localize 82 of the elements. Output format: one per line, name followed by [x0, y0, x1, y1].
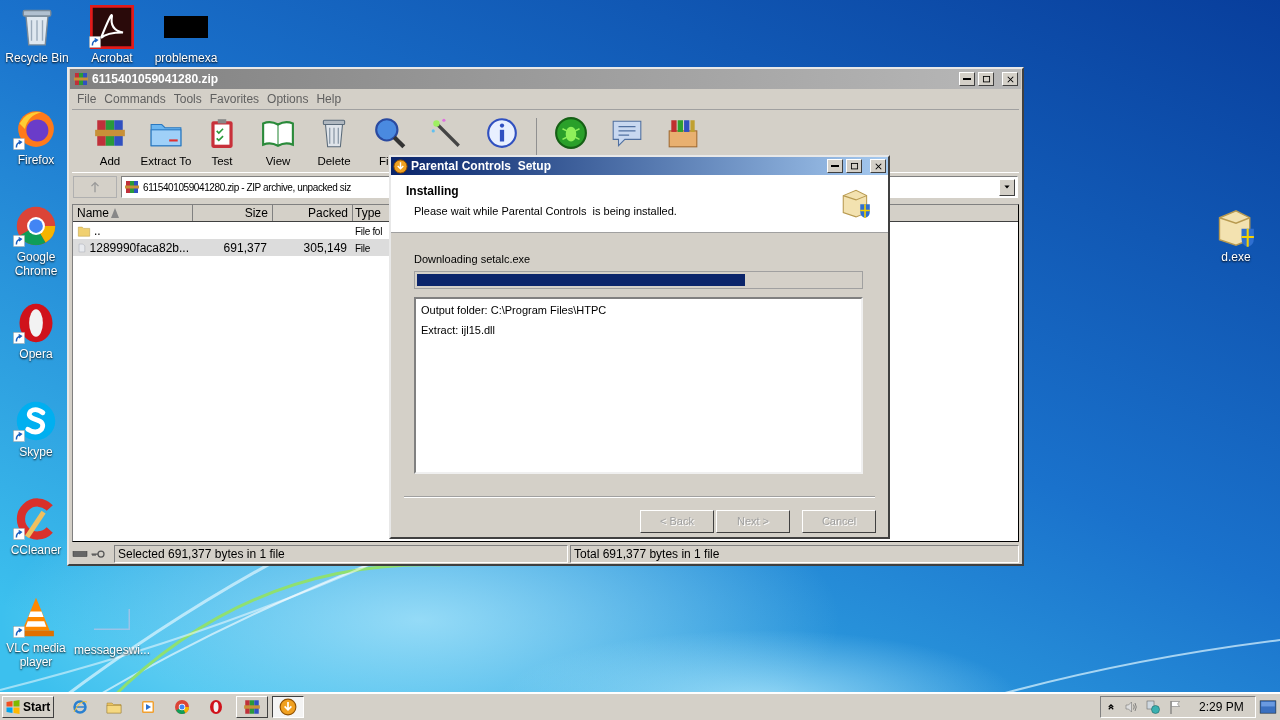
folder-icon — [106, 699, 122, 715]
taskbar-button[interactable] — [272, 696, 304, 718]
flag-icon — [1167, 699, 1183, 715]
chat-logo-icon — [14, 399, 58, 443]
quick-launch-button[interactable] — [174, 699, 190, 715]
dropdown-button[interactable] — [999, 178, 1015, 196]
sort-arrow-icon — [111, 208, 119, 218]
maximize-icon — [848, 160, 860, 172]
step-description: Please wait while Parental Controls is being installed. — [414, 204, 677, 219]
table-cell-text: .. — [94, 222, 101, 240]
table-cell-text: 691,377 — [223, 239, 267, 257]
magic-wand-icon — [429, 116, 463, 150]
status-text: Total 691,377 bytes in 1 file — [570, 545, 1019, 563]
browser-logo-icon — [174, 699, 190, 715]
toolbar-button-label[interactable]: Delete — [317, 153, 351, 171]
log-line: Extract: ijl15.dll — [421, 323, 496, 338]
up-arrow-icon — [88, 180, 102, 194]
archive-books-icon — [243, 698, 261, 716]
toolbar-button-label[interactable]: Add — [99, 153, 121, 171]
file-row[interactable]: 1289990faca82b... 691,377 305,149 File — [73, 239, 389, 256]
quick-launch-button[interactable] — [208, 699, 224, 715]
desktop-icon-label[interactable]: Google Chrome — [4, 250, 68, 278]
file-icon — [77, 240, 87, 255]
desktop-icon-label[interactable]: Skype — [19, 445, 53, 459]
minimize-icon — [963, 78, 971, 80]
browser-logo-icon — [208, 699, 224, 715]
status-text: Selected 691,377 bytes in 1 file — [114, 545, 568, 563]
menu-item[interactable]: Options — [263, 90, 313, 108]
window-title: 6115401059041280.zip — [92, 71, 220, 88]
archive-books-icon — [73, 71, 89, 87]
show-desktop-button[interactable] — [1258, 697, 1278, 717]
close-button[interactable] — [1002, 72, 1018, 86]
toolbar-button-label[interactable]: Fi — [362, 153, 389, 171]
magnifier-icon — [373, 116, 407, 150]
step-heading: Installing — [406, 183, 460, 200]
menu-item[interactable]: Favorites — [205, 90, 264, 108]
archive-books-icon — [124, 179, 140, 195]
maximize-icon — [980, 73, 992, 85]
quick-launch-button[interactable] — [140, 699, 156, 715]
start-button[interactable]: Start — [2, 696, 54, 718]
play-icon — [140, 699, 156, 715]
menu-item[interactable]: Help — [312, 90, 346, 108]
desktop-icon-label[interactable]: Recycle Bin — [5, 51, 69, 65]
column-header[interactable]: Packed — [273, 205, 353, 221]
desktop-icon-label[interactable]: Acrobat — [91, 51, 133, 65]
desktop-icon-label[interactable]: d.exe — [1221, 250, 1251, 264]
installer-icon — [279, 698, 297, 716]
progress-label: Downloading setalc.exe — [414, 252, 532, 267]
column-header[interactable]: Size — [193, 205, 273, 221]
speaker-icon — [1123, 699, 1139, 715]
window-title: Parental Controls Setup — [411, 158, 553, 175]
desktop-icon — [1259, 698, 1277, 716]
column-header[interactable]: Name — [73, 205, 193, 221]
windows-logo-icon — [5, 699, 21, 715]
menu-item[interactable]: File — [73, 90, 101, 108]
close-button[interactable] — [870, 159, 886, 173]
menu-item[interactable]: Tools — [169, 90, 206, 108]
minimize-icon — [831, 165, 839, 167]
browser-icon — [72, 699, 88, 715]
table-cell: File — [355, 242, 370, 254]
menu-item[interactable]: Commands — [100, 90, 170, 108]
folder-icon — [77, 223, 91, 238]
bug-icon — [554, 116, 588, 150]
desktop-icon-label[interactable]: Opera — [19, 347, 53, 361]
app-logo-icon — [90, 5, 134, 49]
network-icon — [1145, 699, 1161, 715]
table-cell-text: 305,149 — [303, 239, 347, 257]
minimize-button[interactable] — [827, 159, 843, 173]
log-line: Output folder: C:\Program Files\HTPC — [421, 302, 608, 318]
toolbar-button-label[interactable]: Extract To — [140, 153, 192, 171]
minimize-button[interactable] — [959, 72, 975, 86]
quick-launch-button[interactable] — [72, 699, 88, 715]
toolbar-button-label[interactable]: Test — [211, 153, 233, 171]
desktop-icon-label[interactable]: Firefox — [17, 153, 55, 167]
maximize-button[interactable] — [978, 72, 994, 86]
browser-logo-icon — [14, 204, 58, 248]
info-icon — [485, 116, 519, 150]
desktop-icon-label[interactable]: problemexa — [154, 51, 218, 65]
maximize-button[interactable] — [846, 159, 862, 173]
table-cell-text: 1289990faca82b... — [89, 239, 189, 257]
table-cell: File fol — [355, 225, 383, 237]
toolbar-button-label[interactable]: View — [265, 153, 291, 171]
